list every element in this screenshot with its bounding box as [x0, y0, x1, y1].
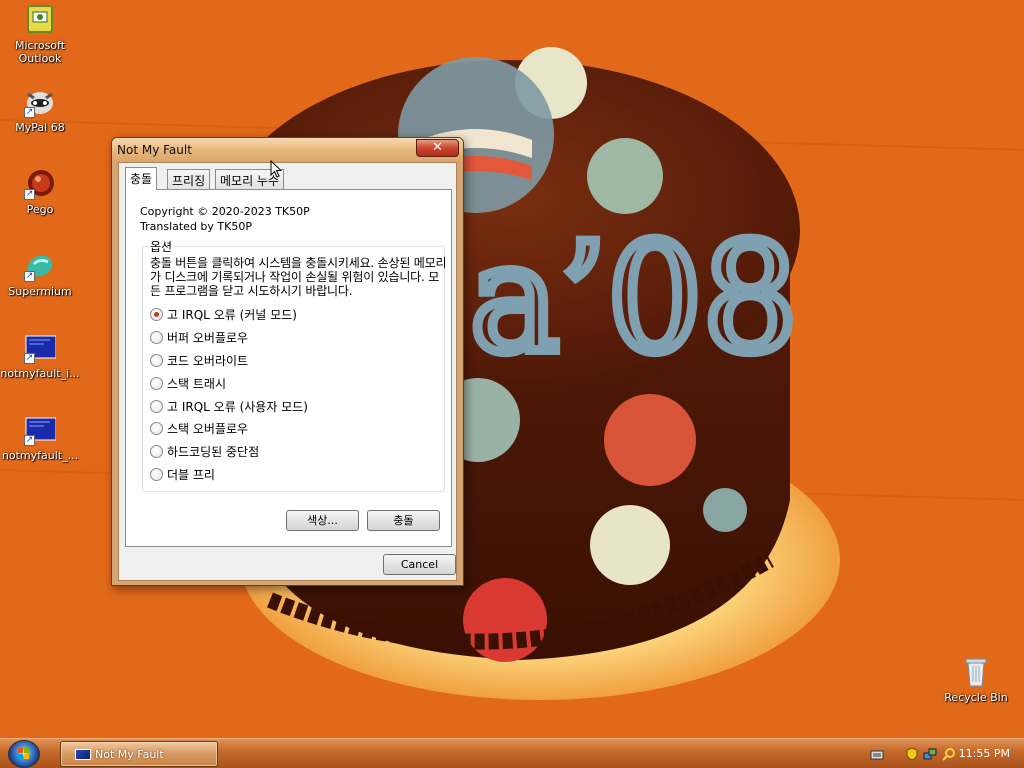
taskbar-button-not-my-fault[interactable]: Not My Fault [60, 741, 218, 767]
radio-label: 하드코딩된 중단점 [167, 444, 260, 459]
supermium-icon: ↗ [24, 250, 56, 282]
desktop-icon-label: notmyfault_... [1, 449, 79, 462]
desktop-icon-mypal[interactable]: ↗ MyPal 68 [0, 86, 80, 134]
shortcut-arrow-icon: ↗ [24, 107, 35, 118]
desktop-icon-label: Pego [26, 203, 54, 216]
copyright-text: Copyright © 2020-2023 TK50P Translated b… [140, 204, 310, 234]
mouse-cursor-icon [270, 160, 282, 178]
radio-hardcoded-breakpoint[interactable]: 하드코딩된 중단점 [150, 443, 259, 459]
radio-button[interactable] [150, 399, 163, 413]
notmyfault-icon: ↗ [24, 414, 57, 446]
not-my-fault-window: Not My Fault ✕ 충돌 프리징 메모리 누수 Copyright ©… [111, 137, 464, 586]
windows-logo-icon [18, 748, 29, 759]
outlook-icon [24, 4, 56, 36]
close-icon: ✕ [432, 140, 443, 155]
radio-stack-trash[interactable]: 스택 트래시 [150, 375, 226, 391]
radio-high-irql-kernel[interactable]: 고 IRQL 오류 (커널 모드) [150, 306, 297, 322]
radio-button-checked[interactable] [150, 307, 163, 321]
radio-button[interactable] [150, 467, 163, 481]
desktop-icon-label: notmyfault_i... [0, 367, 80, 380]
desktop-icon-notmyfault-i[interactable]: ↗ notmyfault_i... [0, 332, 80, 380]
desktop-icon-supermium[interactable]: ↗ Supermium [0, 250, 80, 298]
desktop-icon-notmyfault[interactable]: ↗ notmyfault_... [0, 414, 80, 462]
desktop-icon-label: Supermium [8, 285, 72, 298]
crash-button[interactable]: 충돌 [367, 510, 440, 531]
notmyfault-icon [75, 749, 91, 760]
taskbar-clock[interactable]: 11:55 PM [959, 747, 1010, 760]
pego-icon: ↗ [24, 168, 56, 200]
desktop-icon-pego[interactable]: ↗ Pego [0, 168, 80, 216]
radio-button[interactable] [150, 353, 163, 367]
tab-crash[interactable]: 충돌 [125, 167, 158, 190]
translator-line: Translated by TK50P [140, 220, 252, 233]
svg-text:a’08: a’08 [470, 212, 798, 386]
options-description: 충돌 버튼을 클릭하여 시스템을 충돌시키세요. 손상된 메모리가 디스크에 기… [150, 256, 447, 298]
desktop-icon-label: Recycle Bin [944, 691, 1008, 704]
recycle-bin-icon [960, 656, 992, 688]
search-icon[interactable] [942, 747, 956, 761]
radio-button[interactable] [150, 421, 163, 435]
taskbar: Not My Fault 11:55 PM [0, 738, 1024, 768]
desktop-icon-outlook[interactable]: Microsoft Outlook [0, 4, 80, 65]
taskbar-button-label: Not My Fault [95, 748, 164, 761]
copyright-line: Copyright © 2020-2023 TK50P [140, 205, 310, 218]
radio-double-free[interactable]: 더블 프리 [150, 466, 215, 482]
shortcut-arrow-icon: ↗ [24, 353, 35, 364]
start-button[interactable] [8, 740, 40, 768]
radio-buffer-overflow[interactable]: 버퍼 오버플로우 [150, 329, 248, 345]
radio-button[interactable] [150, 330, 163, 344]
window-title: Not My Fault [117, 143, 192, 157]
options-group-title: 옵션 [148, 238, 175, 255]
desktop-icon-label: Microsoft Outlook [14, 39, 66, 65]
desktop-icon-recycle-bin[interactable]: Recycle Bin [936, 656, 1016, 704]
security-shield-icon[interactable] [905, 747, 919, 761]
close-button[interactable]: ✕ [416, 139, 459, 157]
radio-label: 고 IRQL 오류 (사용자 모드) [167, 399, 308, 414]
window-client-area: 충돌 프리징 메모리 누수 Copyright © 2020-2023 TK50… [118, 162, 457, 581]
radio-label: 코드 오버라이트 [167, 353, 249, 368]
tab-label: 프리징 [172, 174, 206, 188]
radio-label: 더블 프리 [167, 467, 215, 482]
radio-label: 스택 트래시 [167, 376, 227, 391]
desktop-icon-label: MyPal 68 [15, 121, 65, 134]
tab-label: 충돌 [130, 172, 153, 186]
shortcut-arrow-icon: ↗ [24, 435, 35, 446]
notmyfault-icon: ↗ [24, 332, 57, 364]
radio-label: 고 IRQL 오류 (커널 모드) [167, 307, 297, 322]
shortcut-arrow-icon: ↗ [24, 189, 35, 200]
radio-button[interactable] [150, 376, 163, 390]
radio-high-irql-user[interactable]: 고 IRQL 오류 (사용자 모드) [150, 398, 308, 414]
window-titlebar[interactable]: Not My Fault ✕ [112, 138, 463, 162]
radio-code-overwrite[interactable]: 코드 오버라이트 [150, 352, 248, 368]
tab-freeze[interactable]: 프리징 [167, 169, 211, 189]
tab-panel-crash: Copyright © 2020-2023 TK50P Translated b… [125, 189, 452, 547]
color-button[interactable]: 색상... [286, 510, 359, 531]
radio-stack-overflow[interactable]: 스택 오버플로우 [150, 420, 248, 436]
keyboard-icon[interactable] [870, 747, 884, 761]
network-icon[interactable] [923, 747, 937, 761]
shortcut-arrow-icon: ↗ [24, 271, 35, 282]
mypal-icon: ↗ [24, 86, 56, 118]
radio-label: 스택 오버플로우 [167, 421, 249, 436]
cancel-button[interactable]: Cancel [383, 554, 456, 575]
radio-button[interactable] [150, 444, 163, 458]
radio-label: 버퍼 오버플로우 [167, 330, 249, 345]
